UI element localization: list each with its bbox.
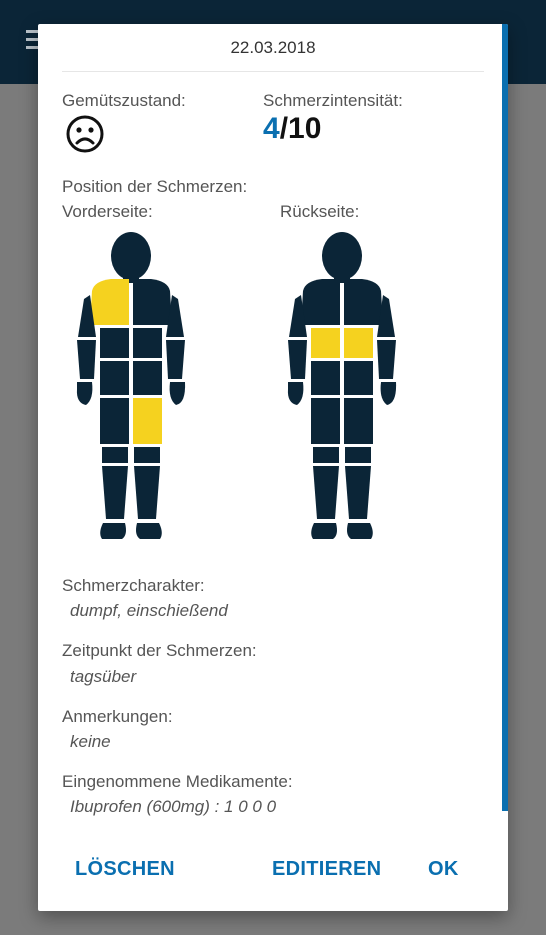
medication-label: Eingenommene Medikamente: xyxy=(62,772,293,791)
front-label: Vorderseite: xyxy=(62,202,153,221)
intensity-value: 4/10 xyxy=(263,112,321,146)
notes-value: keine xyxy=(70,732,111,751)
intensity-max: /10 xyxy=(279,112,322,145)
edit-button[interactable]: EDITIEREN xyxy=(272,858,381,881)
intensity-number: 4 xyxy=(263,112,280,145)
ok-button[interactable]: OK xyxy=(428,858,459,881)
notes-label: Anmerkungen: xyxy=(62,707,173,726)
region-lower-back-right xyxy=(344,328,373,358)
medication-value: Ibuprofen (600mg) : 1 0 0 0 xyxy=(70,797,277,816)
sad-face-icon xyxy=(66,115,104,153)
mood-label: Gemütszustand: xyxy=(62,91,186,110)
intensity-label: Schmerzintensität: xyxy=(263,91,403,110)
delete-button[interactable]: LÖSCHEN xyxy=(75,858,175,881)
region-right-shoulder-chest xyxy=(90,279,129,325)
scrollbar[interactable] xyxy=(502,24,508,811)
pain-time-label: Zeitpunkt der Schmerzen: xyxy=(62,641,257,660)
divider xyxy=(62,71,484,72)
front-body-diagram[interactable] xyxy=(76,229,186,549)
pain-entry-dialog: 22.03.2018 Gemütszustand: Schmerzintensi… xyxy=(38,24,508,911)
position-label: Position der Schmerzen: xyxy=(62,177,248,196)
pain-character-value: dumpf, einschießend xyxy=(70,601,228,620)
region-left-thigh xyxy=(133,398,162,444)
entry-date: 22.03.2018 xyxy=(230,38,316,57)
back-label: Rückseite: xyxy=(280,202,360,221)
back-body-diagram[interactable] xyxy=(287,229,397,549)
pain-time-value: tagsüber xyxy=(70,667,137,686)
pain-character-label: Schmerzcharakter: xyxy=(62,576,205,595)
region-lower-back-left xyxy=(311,328,340,358)
